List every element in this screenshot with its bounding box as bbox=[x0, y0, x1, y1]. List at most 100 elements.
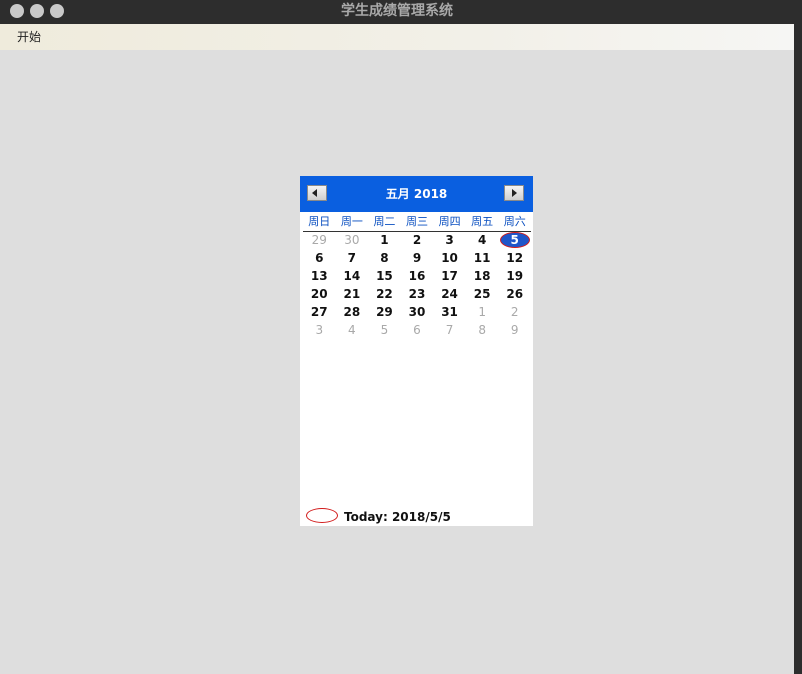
day-number: 3 bbox=[315, 323, 324, 337]
day-cell[interactable]: 18 bbox=[466, 267, 499, 285]
today-row[interactable]: Today: 2018/5/5 bbox=[306, 506, 531, 526]
day-number: 26 bbox=[506, 287, 524, 301]
day-number: 4 bbox=[348, 323, 356, 337]
day-number: 15 bbox=[376, 269, 393, 283]
day-cell[interactable]: 26 bbox=[498, 285, 531, 303]
day-cell[interactable]: 16 bbox=[401, 267, 434, 285]
weekday-label: 周一 bbox=[340, 215, 363, 228]
day-number: 7 bbox=[347, 251, 357, 265]
menu-start[interactable]: 开始 bbox=[17, 24, 41, 50]
day-grid: 29 30 1 2 3 4 5 6 7 8 9 10 11 12 13 14 15 16 17 18 19 20 21 22 2… bbox=[303, 231, 531, 339]
calendar-header: 五月 2018 bbox=[300, 176, 533, 212]
day-number: 3 bbox=[445, 233, 454, 247]
day-cell[interactable]: 10 bbox=[433, 249, 466, 267]
day-number: 8 bbox=[478, 323, 486, 337]
day-number: 30 bbox=[408, 305, 426, 319]
day-cell[interactable]: 1 bbox=[466, 303, 499, 321]
today-marker-icon bbox=[306, 508, 338, 523]
today-label: Today: 2018/5/5 bbox=[344, 510, 451, 524]
window-border bbox=[794, 0, 802, 674]
weekday-label: 周六 bbox=[503, 215, 526, 228]
day-cell[interactable]: 13 bbox=[303, 267, 336, 285]
day-cell[interactable]: 1 bbox=[368, 231, 401, 249]
day-number: 20 bbox=[310, 287, 328, 301]
previous-month-button[interactable] bbox=[307, 185, 327, 201]
day-cell[interactable]: 7 bbox=[336, 249, 369, 267]
weekday-label: 周五 bbox=[471, 215, 494, 228]
day-number: 17 bbox=[441, 269, 458, 283]
day-number: 14 bbox=[343, 269, 361, 283]
window-titlebar: 学生成绩管理系统 bbox=[0, 0, 802, 24]
day-cell[interactable]: 17 bbox=[433, 267, 466, 285]
day-number: 12 bbox=[506, 251, 524, 265]
day-cell[interactable]: 4 bbox=[336, 321, 369, 339]
day-cell[interactable]: 19 bbox=[498, 267, 531, 285]
left-arrow-icon bbox=[312, 189, 317, 197]
day-cell[interactable]: 22 bbox=[368, 285, 401, 303]
day-number: 11 bbox=[473, 251, 491, 265]
day-cell[interactable]: 8 bbox=[466, 321, 499, 339]
day-cell[interactable]: 9 bbox=[401, 249, 434, 267]
day-number: 1 bbox=[478, 305, 486, 319]
day-cell[interactable]: 14 bbox=[336, 267, 369, 285]
weekday-label: 周日 bbox=[308, 215, 331, 228]
day-cell[interactable]: 30 bbox=[336, 231, 369, 249]
weekday-header-row: 周日 周一 周二 周三 周四 周五 周六 bbox=[303, 214, 531, 232]
day-number: 18 bbox=[473, 269, 491, 283]
day-cell[interactable]: 30 bbox=[401, 303, 434, 321]
day-number: 23 bbox=[408, 287, 426, 301]
window-title: 学生成绩管理系统 bbox=[341, 3, 453, 19]
day-number: 9 bbox=[412, 251, 422, 265]
day-number: 9 bbox=[510, 323, 519, 337]
day-cell[interactable]: 6 bbox=[401, 321, 434, 339]
day-number: 1 bbox=[380, 233, 389, 247]
day-cell[interactable]: 7 bbox=[433, 321, 466, 339]
day-cell[interactable]: 3 bbox=[433, 231, 466, 249]
day-cell[interactable]: 6 bbox=[303, 249, 336, 267]
right-arrow-icon bbox=[512, 189, 517, 197]
day-cell[interactable]: 8 bbox=[368, 249, 401, 267]
day-number: 7 bbox=[445, 323, 454, 337]
day-cell[interactable]: 29 bbox=[368, 303, 401, 321]
day-number: 25 bbox=[473, 287, 491, 301]
weekday-label: 周三 bbox=[406, 215, 429, 228]
day-number: 6 bbox=[413, 323, 421, 337]
day-cell[interactable]: 27 bbox=[303, 303, 336, 321]
day-cell[interactable]: 3 bbox=[303, 321, 336, 339]
next-month-button[interactable] bbox=[504, 185, 524, 201]
day-cell[interactable]: 31 bbox=[433, 303, 466, 321]
day-cell[interactable]: 2 bbox=[401, 231, 434, 249]
day-cell-selected[interactable]: 5 bbox=[498, 231, 531, 249]
day-cell[interactable]: 28 bbox=[336, 303, 369, 321]
day-cell[interactable]: 5 bbox=[368, 321, 401, 339]
day-cell[interactable]: 12 bbox=[498, 249, 531, 267]
day-number: 5 bbox=[380, 323, 389, 337]
month-title: 五月 2018 bbox=[385, 187, 448, 201]
day-number: 4 bbox=[477, 233, 487, 247]
day-number: 5 bbox=[510, 233, 519, 247]
day-number: 2 bbox=[510, 305, 519, 319]
day-number: 16 bbox=[408, 269, 426, 283]
day-cell[interactable]: 9 bbox=[498, 321, 531, 339]
day-cell[interactable]: 23 bbox=[401, 285, 434, 303]
day-number: 27 bbox=[310, 305, 328, 319]
day-number: 6 bbox=[315, 251, 324, 265]
day-cell[interactable]: 25 bbox=[466, 285, 499, 303]
day-number: 30 bbox=[344, 233, 360, 247]
day-number: 31 bbox=[441, 305, 458, 319]
day-cell[interactable]: 21 bbox=[336, 285, 369, 303]
day-number: 24 bbox=[441, 287, 458, 301]
day-cell[interactable]: 15 bbox=[368, 267, 401, 285]
day-cell[interactable]: 11 bbox=[466, 249, 499, 267]
weekday-label: 周四 bbox=[438, 215, 461, 228]
day-cell[interactable]: 4 bbox=[466, 231, 499, 249]
day-cell[interactable]: 24 bbox=[433, 285, 466, 303]
menubar: 开始 bbox=[0, 24, 794, 50]
day-number: 29 bbox=[376, 305, 393, 319]
day-number: 21 bbox=[343, 287, 361, 301]
day-cell[interactable]: 2 bbox=[498, 303, 531, 321]
day-cell[interactable]: 20 bbox=[303, 285, 336, 303]
day-number: 10 bbox=[441, 251, 458, 265]
day-number: 28 bbox=[343, 305, 361, 319]
day-cell[interactable]: 29 bbox=[303, 231, 336, 249]
